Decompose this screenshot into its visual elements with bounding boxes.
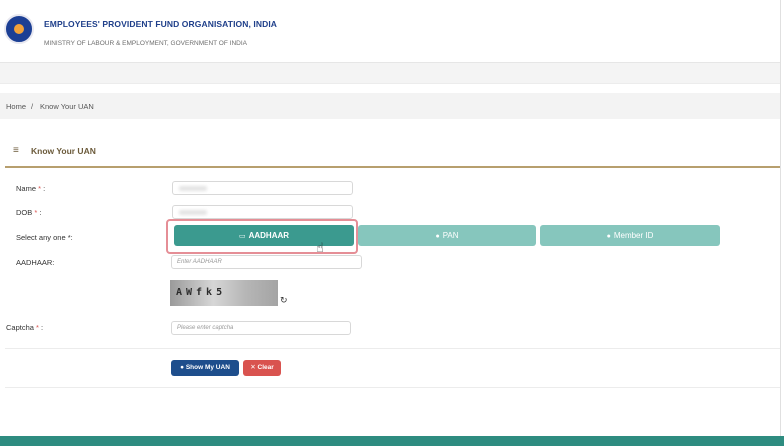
captcha-image: AWfk5: [170, 280, 278, 306]
breadcrumb: Home / Know Your UAN: [0, 93, 780, 119]
refresh-captcha-icon[interactable]: ↻: [280, 295, 288, 306]
pan-option-button[interactable]: ● PAN: [358, 225, 536, 246]
epfo-logo-icon[interactable]: [4, 14, 34, 44]
hand-cursor-icon: ☝: [316, 240, 324, 255]
panel-title: Know Your UAN: [31, 146, 96, 156]
nav-strip: [0, 62, 780, 84]
site-header: EMPLOYEES' PROVIDENT FUND ORGANISATION, …: [0, 0, 780, 62]
user-icon: ●: [606, 233, 611, 240]
close-icon: ✕: [250, 364, 258, 371]
dob-field[interactable]: [172, 205, 353, 219]
user-icon: ●: [435, 233, 440, 240]
panel-header: ≡ Know Your UAN: [5, 136, 780, 168]
org-title: EMPLOYEES' PROVIDENT FUND ORGANISATION, …: [44, 19, 278, 29]
page-edge: [780, 0, 784, 436]
aadhaar-label: AADHAAR:: [16, 258, 55, 267]
actions-divider: [5, 387, 780, 388]
select-label: Select any one *:: [16, 233, 73, 242]
breadcrumb-home[interactable]: Home: [6, 102, 26, 111]
captcha-input[interactable]: Please enter captcha: [171, 321, 351, 335]
form-divider: [5, 348, 780, 349]
aadhaar-input[interactable]: Enter AADHAAR: [171, 255, 362, 269]
dob-label: DOB * :: [16, 208, 42, 217]
show-my-uan-button[interactable]: ● Show My UAN: [171, 360, 239, 376]
breadcrumb-current: Know Your UAN: [40, 102, 94, 111]
footer-bar: [0, 436, 784, 446]
name-field[interactable]: [172, 181, 353, 195]
captcha-label: Captcha * :: [6, 323, 44, 332]
org-subtitle: MINISTRY OF LABOUR & EMPLOYMENT, GOVERNM…: [44, 40, 247, 47]
selection-highlight: [166, 219, 358, 254]
clear-button[interactable]: ✕ Clear: [243, 360, 281, 376]
member-id-option-button[interactable]: ● Member ID: [540, 225, 720, 246]
menu-icon: ≡: [13, 145, 19, 156]
breadcrumb-separator: /: [31, 102, 34, 111]
name-label: Name * :: [16, 184, 46, 193]
